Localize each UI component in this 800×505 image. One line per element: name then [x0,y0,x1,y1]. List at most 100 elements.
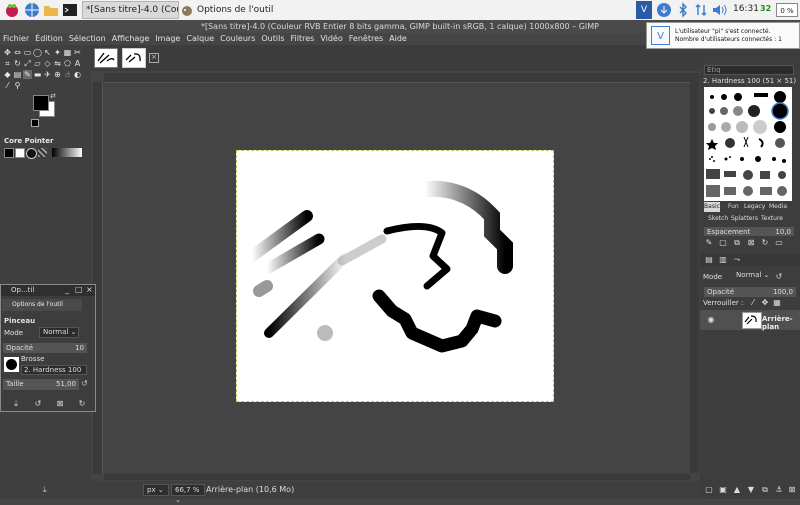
color-picker-icon[interactable]: ⁄ [3,81,12,90]
clock[interactable]: 16:31 [733,4,759,14]
refresh-brushes-icon[interactable]: ↻ [760,238,770,248]
lock-position-icon[interactable]: ✥ [760,298,770,308]
tag-basic[interactable]: Basic [704,202,720,212]
tag-fun[interactable]: Fun [728,202,739,212]
smudge-icon[interactable]: ☝ [63,70,72,79]
tool-options-tab[interactable]: Options de l'outil [2,299,82,311]
cpu-monitor[interactable]: 0 % [776,3,798,17]
menu-aide[interactable]: Aide [386,33,410,45]
cage-icon[interactable]: ⬠ [63,59,72,68]
restore-options-icon[interactable]: ↺ [33,399,43,409]
reset-size-icon[interactable]: ↺ [81,379,88,388]
minimize-icon[interactable]: _ [65,285,69,294]
tag-sketch[interactable]: Sketch [708,214,728,224]
brush-preview[interactable] [4,357,19,372]
device-fg-swatch[interactable] [4,148,14,158]
flip-icon[interactable]: ⇋ [53,59,62,68]
opacity-slider[interactable]: Opacité 10 [3,343,87,353]
raspberry-icon[interactable] [4,2,20,18]
volume-icon[interactable] [711,2,727,18]
new-layer-icon[interactable]: ▢ [704,485,714,495]
lower-layer-icon[interactable]: ▼ [746,485,756,495]
login-notification[interactable]: V L'utilisateur "pi" s'est connecté. Nom… [646,22,800,49]
channels-tab-icon[interactable]: ▥ [718,255,728,265]
edit-brush-icon[interactable]: ✎ [704,238,714,248]
brush-grid[interactable] [704,87,792,201]
open-brush-icon[interactable]: ▭ [774,238,784,248]
close-window-icon[interactable]: × [86,285,93,294]
size-slider[interactable]: Taille 51,00 [3,379,79,390]
toolbox-menu-icon[interactable]: ⤓ [43,485,47,495]
clone-icon[interactable]: ⊕ [53,70,62,79]
raise-layer-icon[interactable]: ▲ [732,485,742,495]
eraser-icon[interactable]: ▬ [33,70,42,79]
tag-splatters[interactable]: Splatters [731,214,758,224]
network-icon[interactable] [693,2,709,18]
menu-edition[interactable]: Édition [32,33,66,45]
device-pattern-icon[interactable] [38,148,47,157]
default-colors-icon[interactable] [31,119,39,127]
gradient-icon[interactable]: ▤ [13,70,22,79]
vertical-scrollbar[interactable] [690,73,699,473]
layers-tab-icon[interactable]: ▤ [704,255,714,265]
task-tool-options[interactable]: Options de l'outil [180,1,280,19]
scale-icon[interactable]: ⤢ [23,59,32,68]
rect-select-icon[interactable]: ▭ [23,48,32,57]
layers-mode-select[interactable]: Normal ⌄ [734,271,770,282]
maximize-icon[interactable]: □ [75,285,83,294]
shear-icon[interactable]: ▱ [33,59,42,68]
mode-select[interactable]: Normal ⌄ [39,327,79,338]
menu-image[interactable]: Image [152,33,183,45]
browser-icon[interactable] [24,2,40,18]
device-brush-icon[interactable] [26,148,37,159]
menu-selection[interactable]: Sélection [66,33,109,45]
delete-options-icon[interactable]: ⊠ [55,399,65,409]
horizontal-ruler[interactable] [104,73,690,83]
menu-affichage[interactable]: Affichage [109,33,153,45]
anchor-layer-icon[interactable]: ⚓ [774,485,784,495]
device-gradient-swatch[interactable] [52,148,82,157]
visibility-eye-icon[interactable]: ◉ [706,315,716,325]
unit-select[interactable]: px ⌄ [143,484,169,496]
task-gimp[interactable]: *[Sans titre]-4.0 (Coul [82,1,179,19]
vertical-ruler[interactable] [93,82,103,474]
menu-couleurs[interactable]: Couleurs [217,33,258,45]
lasso-icon[interactable]: ↖ [43,48,52,57]
menu-filtres[interactable]: Filtres [288,33,318,45]
new-group-icon[interactable]: ▣ [718,485,728,495]
scissors-icon[interactable]: ✂ [73,48,82,57]
rotate-icon[interactable]: ↻ [13,59,22,68]
new-brush-icon[interactable]: ▢ [718,238,728,248]
delete-layer-icon[interactable]: ⊠ [787,485,797,495]
swap-colors-icon[interactable]: ⇄ [50,92,56,100]
layer-mode-reset-icon[interactable]: ↺ [774,272,784,282]
horizontal-scrollbar[interactable] [104,474,690,480]
close-tab-icon[interactable]: × [149,53,159,63]
terminal-icon[interactable] [62,2,78,18]
airbrush-icon[interactable]: ✈ [43,70,52,79]
paintbrush-icon[interactable]: ✎ [23,70,32,79]
dodge-icon[interactable]: ◐ [73,70,82,79]
zoom-select[interactable]: 66,7 % ⌄ [171,484,205,504]
image-canvas[interactable] [236,150,554,402]
layer-name[interactable]: Arrière-plan [762,315,800,331]
layers-opacity-slider[interactable]: Opacité 100,0 [704,287,796,297]
text-tool-icon[interactable]: A [73,59,82,68]
delete-brush-icon[interactable]: ⊠ [746,238,756,248]
perspective-icon[interactable]: ◇ [43,59,52,68]
image-tab-1[interactable] [94,48,118,68]
color-select-icon[interactable]: ▦ [63,48,72,57]
foreground-color-swatch[interactable] [33,95,49,111]
menu-video[interactable]: Vidéo [317,33,345,45]
menu-calque[interactable]: Calque [183,33,217,45]
align-tool-icon[interactable]: ⇔ [13,48,22,57]
crop-icon[interactable]: ⌗ [3,59,12,68]
bucket-fill-icon[interactable]: ◆ [3,70,12,79]
folder-icon[interactable] [43,2,59,18]
fuzzy-select-icon[interactable]: ✦ [53,48,62,57]
vnc-icon[interactable]: V [636,1,652,19]
download-icon[interactable] [656,2,672,18]
lock-alpha-icon[interactable]: ▦ [772,298,782,308]
save-options-icon[interactable]: ⤓ [11,399,21,409]
tag-texture[interactable]: Texture [761,214,783,224]
